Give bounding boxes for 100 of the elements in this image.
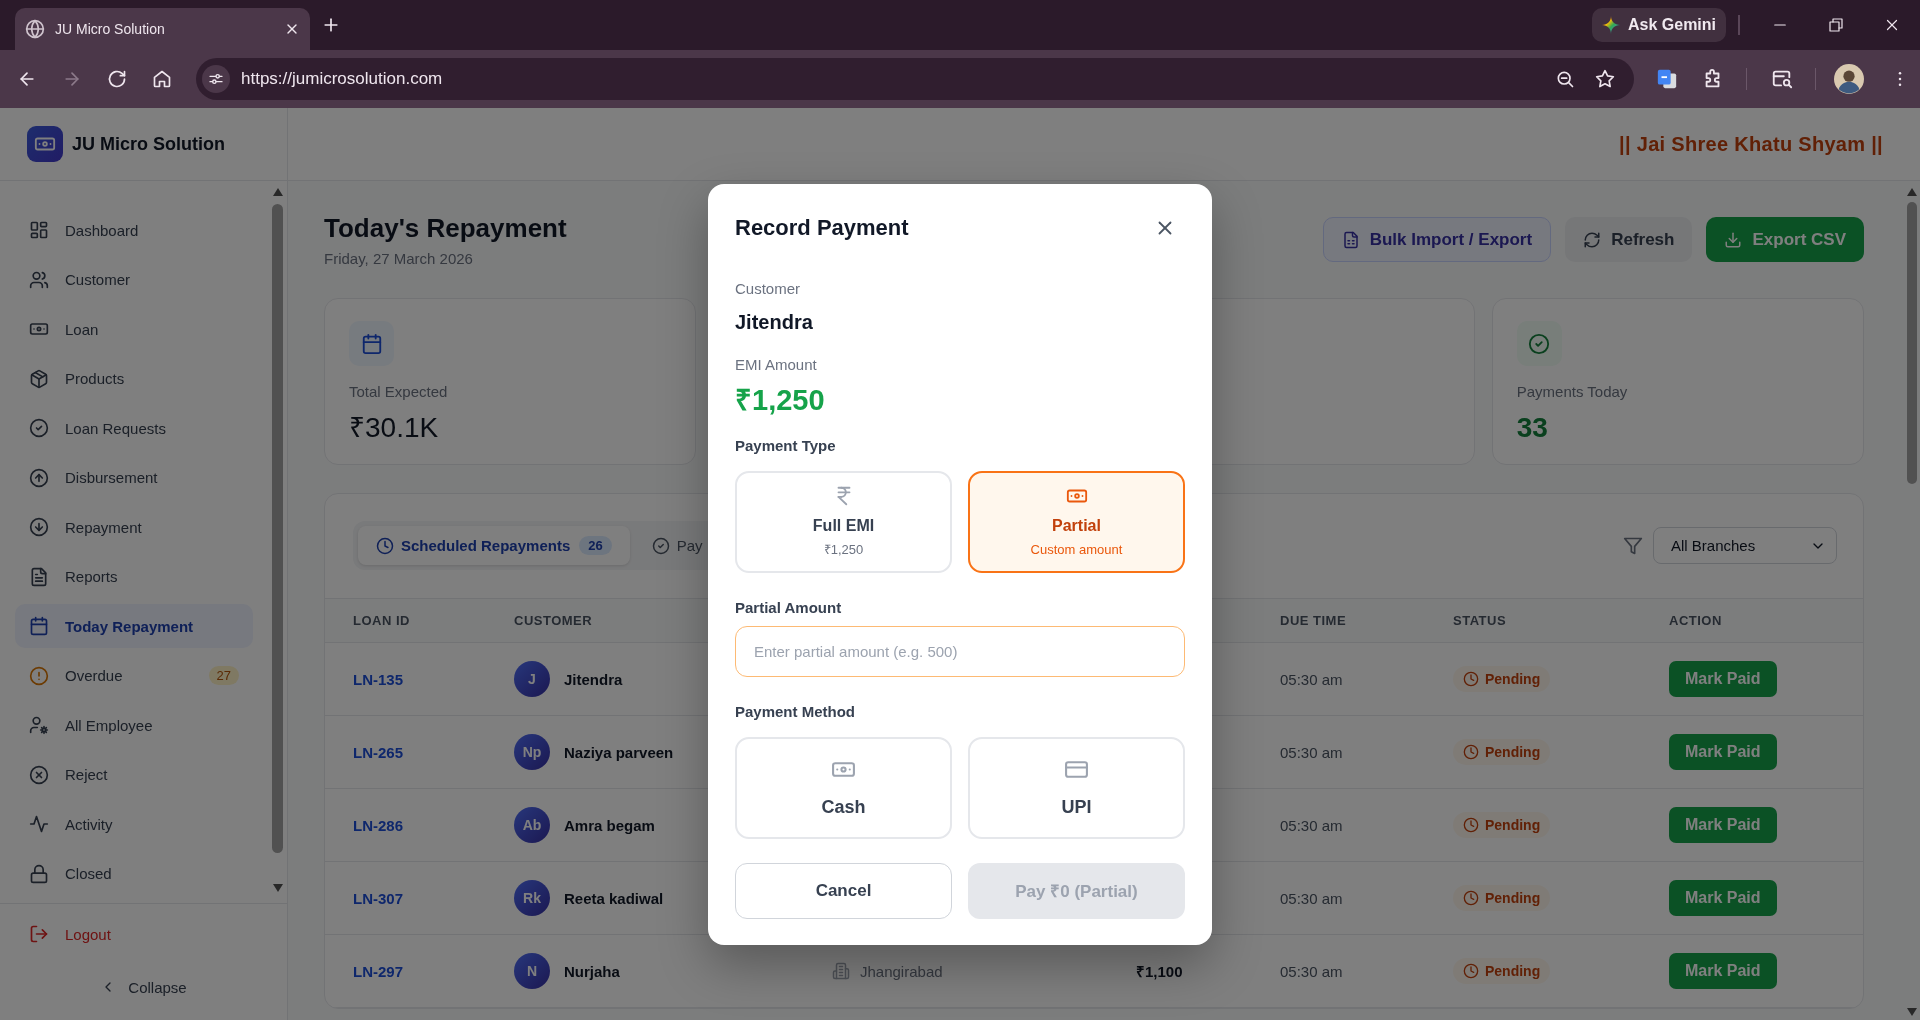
stacked-tiles-icon[interactable]: [1656, 68, 1678, 90]
cancel-button[interactable]: Cancel: [735, 862, 952, 919]
field-label: Partial Amount: [735, 597, 843, 618]
sidebar-item[interactable]: Closed: [15, 851, 253, 896]
sidebar-item[interactable]: Reports: [15, 554, 253, 599]
amount-text: ₹1,100: [1136, 962, 1183, 981]
avatar: Rk: [514, 880, 550, 916]
tab-search-icon[interactable]: [1771, 68, 1793, 90]
payment-method-option[interactable]: UPI: [968, 736, 1185, 839]
building-icon: [832, 962, 850, 980]
alert-circle-icon: [29, 665, 49, 686]
refresh-button[interactable]: Refresh: [1565, 217, 1693, 262]
assistant-button[interactable]: Ask Gemini: [1592, 8, 1726, 42]
mark-paid-button[interactable]: Mark Paid: [1669, 807, 1777, 843]
scroll-down-icon[interactable]: [272, 884, 283, 892]
due-time: 05:30 am: [1280, 889, 1343, 907]
sidebar-item[interactable]: Customer: [15, 257, 253, 302]
home-icon[interactable]: [152, 69, 172, 89]
loan-id-link[interactable]: LN-135: [353, 670, 404, 688]
export-button[interactable]: Export CSV: [1706, 217, 1864, 262]
sidebar-item[interactable]: Reject: [15, 752, 253, 797]
sidebar-item[interactable]: Disbursement: [15, 455, 253, 500]
sliders-icon[interactable]: [202, 65, 230, 93]
x-circle-icon: [29, 764, 49, 785]
loan-id-link[interactable]: LN-265: [353, 743, 404, 761]
status-text: Pending: [1485, 963, 1541, 979]
logout-icon: [29, 924, 49, 944]
sidebar-item[interactable]: Activity: [15, 802, 253, 846]
partial-amount-input[interactable]: Enter partial amount (e.g. 500): [735, 625, 1185, 677]
star-icon[interactable]: [1595, 69, 1615, 89]
bulk-import-button[interactable]: Bulk Import / Export: [1322, 217, 1552, 262]
sidebar-item[interactable]: Overdue 27: [15, 653, 253, 698]
column-header: DUE TIME: [1280, 613, 1348, 628]
column-header: STATUS: [1453, 613, 1508, 628]
loan-id-link[interactable]: LN-307: [353, 889, 404, 907]
check-circle-icon: [651, 536, 670, 555]
stat-label: Total Expected: [349, 382, 449, 402]
download-icon: [1724, 230, 1743, 249]
filter-icon[interactable]: [1623, 535, 1643, 556]
zoom-out-icon[interactable]: [1555, 69, 1575, 89]
reload-icon[interactable]: [107, 69, 127, 89]
scrollbar-thumb[interactable]: [1907, 202, 1917, 484]
column-header: LOAN ID: [353, 613, 411, 628]
status-text: Pending: [1485, 890, 1541, 906]
scrollbar-thumb[interactable]: [272, 204, 283, 853]
sidebar-item[interactable]: Today Repayment: [15, 604, 253, 648]
stat-value: ₹30.1K: [349, 411, 440, 445]
calendar-icon: [29, 616, 49, 636]
document-icon: [1341, 230, 1360, 249]
branch-select[interactable]: All Branches: [1653, 527, 1837, 564]
tab[interactable]: Scheduled Repayments 26: [358, 526, 630, 565]
address-bar[interactable]: https://jumicrosolution.com: [196, 58, 1634, 100]
scroll-down-icon[interactable]: [1907, 1008, 1917, 1016]
profile-avatar-icon[interactable]: [1834, 64, 1864, 94]
due-time: 05:30 am: [1280, 670, 1343, 688]
mark-paid-button[interactable]: Mark Paid: [1669, 661, 1777, 697]
customer-name: Reeta kadiwal: [564, 889, 664, 907]
lock-icon: [29, 863, 49, 884]
mark-paid-button[interactable]: Mark Paid: [1669, 734, 1777, 770]
due-time: 05:30 am: [1280, 816, 1343, 834]
avatar: Ab: [514, 807, 550, 843]
sidebar-item[interactable]: Products: [15, 356, 253, 401]
loan-id-link[interactable]: LN-297: [353, 962, 404, 980]
payment-type-option[interactable]: Full EMI ₹1,250: [735, 470, 952, 573]
users-icon: [29, 269, 49, 290]
customer-name: Jitendra: [564, 670, 623, 688]
loan-id-link[interactable]: LN-286: [353, 816, 404, 834]
sidebar-item[interactable]: Dashboard: [15, 208, 253, 252]
brand-name: JU Micro Solution: [72, 133, 225, 155]
globe-icon: [25, 19, 45, 39]
banner-text: || Jai Shree Khatu Shyam ||: [1619, 132, 1883, 156]
status-text: Pending: [1485, 817, 1541, 833]
field-label: Customer: [735, 278, 802, 299]
clock-icon: [376, 536, 394, 555]
avatar: Np: [514, 734, 550, 770]
status-text: Pending: [1485, 671, 1541, 687]
logout-button[interactable]: Logout: [15, 912, 253, 956]
customer-name: Amra begam: [564, 816, 655, 834]
browser-tab[interactable]: JU Micro Solution: [15, 8, 310, 50]
restore-icon[interactable]: [1827, 16, 1845, 34]
payment-method-option[interactable]: Cash: [735, 736, 952, 839]
scroll-up-icon[interactable]: [272, 188, 283, 196]
tab[interactable]: Pay: [633, 526, 721, 565]
due-time: 05:30 am: [1280, 962, 1343, 980]
mark-paid-button[interactable]: Mark Paid: [1669, 880, 1777, 916]
payment-type-option[interactable]: Partial Custom amount: [968, 470, 1185, 573]
column-header: CUSTOMER: [514, 613, 594, 628]
sidebar-item[interactable]: Repayment: [15, 505, 253, 549]
sidebar-item[interactable]: All Employee: [15, 703, 253, 747]
field-label: EMI Amount: [735, 354, 818, 375]
collapse-button[interactable]: Collapse: [15, 967, 272, 1007]
scroll-up-icon[interactable]: [1907, 188, 1917, 196]
sidebar-item[interactable]: Loan Requests: [15, 406, 253, 450]
clock-icon: [1463, 890, 1479, 906]
sidebar-item[interactable]: Loan: [15, 307, 253, 351]
sparkle-icon: [1602, 16, 1620, 34]
due-time: 05:30 am: [1280, 743, 1343, 761]
dialog-title: Record Payment: [735, 214, 909, 241]
mark-paid-button[interactable]: Mark Paid: [1669, 953, 1777, 989]
user-gear-icon: [29, 715, 49, 735]
